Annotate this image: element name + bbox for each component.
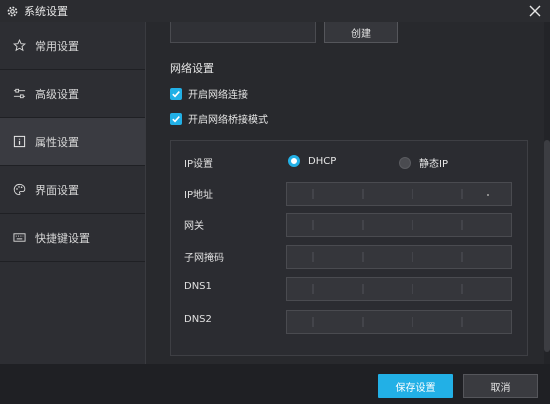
sidebar-item-advanced[interactable]: 高级设置 (0, 70, 145, 118)
gateway-label: 网关 (184, 221, 204, 232)
sidebar-item-common[interactable]: 常用设置 (0, 22, 145, 70)
dns2-field[interactable] (286, 310, 512, 334)
enable-network-checkbox[interactable] (170, 87, 182, 100)
network-config-panel: IP设置 DHCP 静态IP IP地址 网关 子网掩码 DNS1 DNS2 (170, 140, 528, 356)
ip-setting-label: IP设置 (184, 159, 213, 170)
static-ip-radio[interactable] (399, 156, 411, 169)
save-settings-button[interactable]: 保存设置 (378, 374, 453, 398)
info-icon (12, 135, 26, 149)
sidebar: 常用设置 高级设置 属性设置 界面设置 快捷键设置 (0, 22, 146, 364)
sidebar-item-interface[interactable]: 界面设置 (0, 166, 145, 214)
dns1-field[interactable] (286, 277, 512, 301)
sliders-icon (12, 87, 26, 101)
dhcp-label: DHCP (308, 155, 337, 167)
dialog-footer: 保存设置 取消 (0, 364, 550, 404)
close-icon[interactable] (526, 2, 544, 20)
window-title: 系统设置 (24, 5, 68, 18)
keyboard-icon (12, 231, 26, 245)
cancel-button[interactable]: 取消 (463, 374, 538, 398)
name-input[interactable] (170, 22, 316, 43)
palette-icon (12, 183, 26, 197)
sidebar-item-label: 快捷键设置 (35, 231, 90, 245)
ip-address-label: IP地址 (184, 190, 213, 201)
sidebar-item-label: 常用设置 (35, 39, 79, 53)
ip-address-field[interactable] (286, 182, 512, 206)
dns1-label: DNS1 (184, 281, 212, 292)
network-section-title: 网络设置 (170, 62, 214, 75)
dns2-label: DNS2 (184, 314, 212, 325)
scrollbar-thumb[interactable] (544, 140, 550, 352)
title-bar: 系统设置 (0, 0, 550, 22)
create-button[interactable]: 创建 (324, 22, 398, 43)
sidebar-item-label: 高级设置 (35, 87, 79, 101)
gear-icon (5, 4, 19, 18)
sidebar-item-properties[interactable]: 属性设置 (0, 118, 145, 166)
dhcp-option[interactable]: DHCP (288, 155, 336, 167)
gateway-field[interactable] (286, 213, 512, 237)
sidebar-item-label: 界面设置 (35, 183, 79, 197)
enable-bridge-option[interactable]: 开启网络桥接模式 (170, 111, 268, 126)
enable-network-option[interactable]: 开启网络连接 (170, 86, 248, 101)
settings-content: 创建 网络设置 开启网络连接 开启网络桥接模式 IP设置 DHCP 静态IP I… (146, 22, 550, 364)
subnet-mask-label: 子网掩码 (184, 253, 224, 264)
enable-network-label: 开启网络连接 (188, 90, 248, 101)
static-ip-label: 静态IP (419, 159, 448, 170)
enable-bridge-checkbox[interactable] (170, 112, 182, 125)
enable-bridge-label: 开启网络桥接模式 (188, 115, 268, 126)
sidebar-item-shortcuts[interactable]: 快捷键设置 (0, 214, 145, 262)
static-ip-option[interactable]: 静态IP (399, 155, 448, 170)
subnet-mask-field[interactable] (286, 245, 512, 269)
dhcp-radio[interactable] (288, 155, 300, 167)
sidebar-item-label: 属性设置 (35, 135, 79, 149)
star-icon (12, 39, 26, 53)
